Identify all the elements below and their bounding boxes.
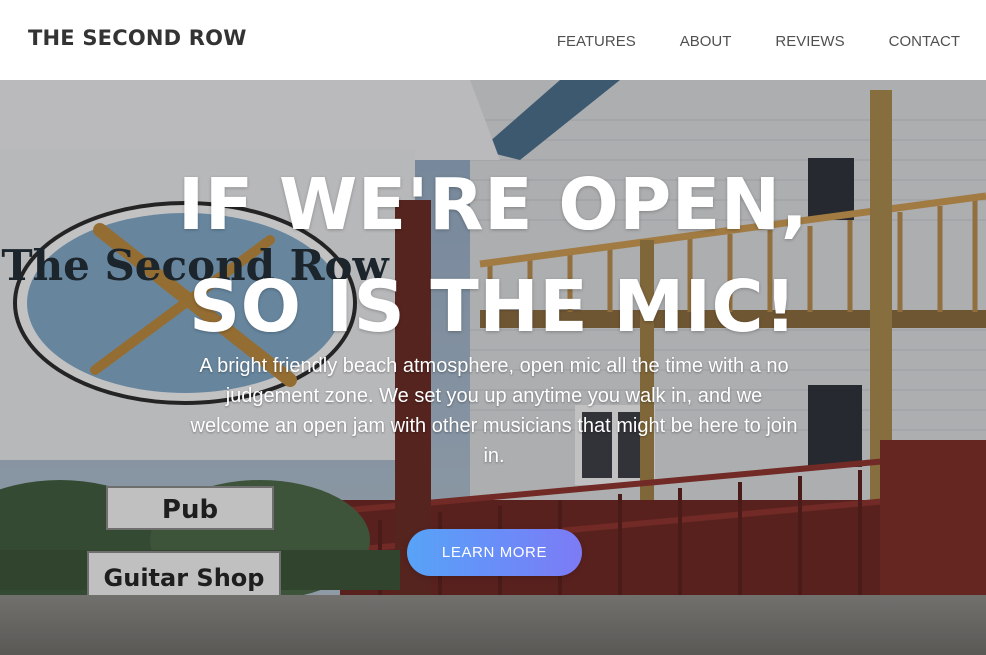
hero-section: The Second Row Pub Guitar Shop IF WE'RE … [0, 80, 986, 655]
hero-subtitle: A bright friendly beach atmosphere, open… [190, 355, 798, 467]
hero-title-line-1: IF WE'RE OPEN, [177, 163, 809, 246]
top-navbar: THE SECOND ROW FEATURES ABOUT REVIEWS CO… [0, 0, 986, 80]
learn-more-button[interactable]: LEARN MORE [407, 529, 582, 576]
nav-link-features[interactable]: FEATURES [557, 33, 636, 50]
nav-links: FEATURES ABOUT REVIEWS CONTACT [513, 33, 960, 50]
hero-title-line-2: SO IS THE MIC! [188, 265, 798, 348]
brand-logo-text[interactable]: THE SECOND ROW [28, 26, 247, 50]
nav-link-about[interactable]: ABOUT [680, 33, 732, 50]
nav-link-reviews[interactable]: REVIEWS [775, 33, 844, 50]
nav-link-contact[interactable]: CONTACT [889, 33, 960, 50]
hero-title: IF WE'RE OPEN, SO IS THE MIC! [0, 154, 986, 358]
